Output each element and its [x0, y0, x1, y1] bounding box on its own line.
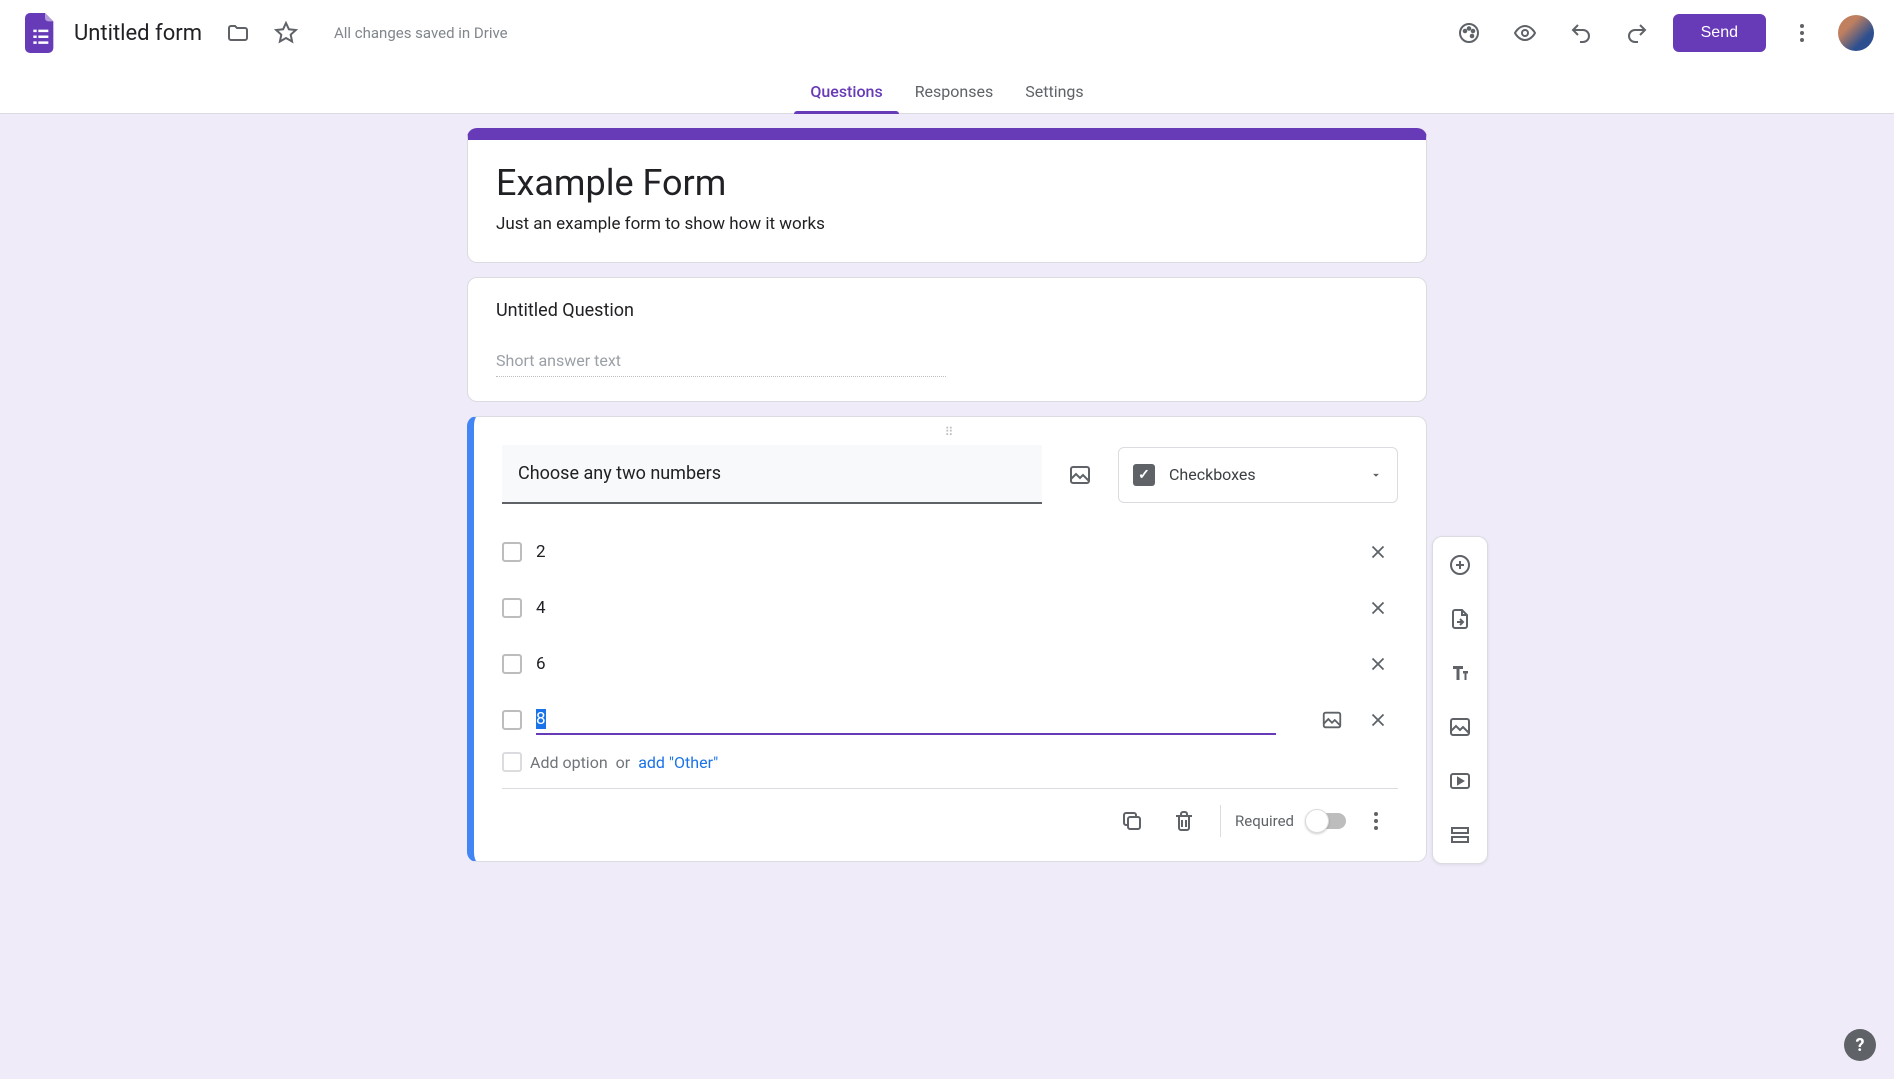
- option-row: 2: [502, 528, 1398, 576]
- question-1-title[interactable]: Untitled Question: [496, 300, 1398, 321]
- move-to-folder-button[interactable]: [218, 13, 258, 53]
- add-video-button[interactable]: [1440, 761, 1480, 801]
- forms-logo: [20, 13, 60, 53]
- option-label[interactable]: 6: [536, 654, 1344, 674]
- add-option-or: or: [616, 753, 631, 772]
- star-icon: [274, 21, 298, 45]
- add-image-button[interactable]: [1440, 707, 1480, 747]
- undo-icon: [1569, 21, 1593, 45]
- checkbox-placeholder-icon: [502, 598, 522, 618]
- question-title-input[interactable]: [502, 445, 1042, 504]
- trash-icon: [1172, 809, 1196, 833]
- delete-question-button[interactable]: [1162, 799, 1206, 843]
- close-icon: [1367, 541, 1389, 563]
- checkbox-placeholder-icon: [502, 654, 522, 674]
- add-question-button[interactable]: [1440, 545, 1480, 585]
- close-icon: [1367, 653, 1389, 675]
- help-button[interactable]: ?: [1844, 1029, 1876, 1061]
- caret-down-icon: [1369, 468, 1383, 482]
- question-type-label: Checkboxes: [1169, 465, 1355, 484]
- plus-circle-icon: [1448, 553, 1472, 577]
- form-description[interactable]: Just an example form to show how it work…: [496, 214, 1398, 234]
- image-icon: [1448, 715, 1472, 739]
- checkbox-placeholder-icon: [502, 542, 522, 562]
- form-header-card[interactable]: Example Form Just an example form to sho…: [467, 128, 1427, 263]
- redo-icon: [1625, 21, 1649, 45]
- tab-responses[interactable]: Responses: [899, 82, 1010, 113]
- question-card-2[interactable]: ⠿ Checkboxes 2: [467, 416, 1427, 862]
- tab-settings[interactable]: Settings: [1009, 82, 1099, 113]
- remove-option-button[interactable]: [1358, 644, 1398, 684]
- option-row-editing: [502, 696, 1398, 744]
- option-label[interactable]: 4: [536, 598, 1344, 618]
- tabs-row: Questions Responses Settings: [0, 66, 1894, 114]
- add-image-to-question-button[interactable]: [1060, 455, 1100, 495]
- form-title[interactable]: Example Form: [496, 162, 1398, 204]
- more-vert-icon: [1790, 21, 1814, 45]
- tab-questions[interactable]: Questions: [794, 82, 898, 113]
- option-row: 4: [502, 584, 1398, 632]
- short-answer-preview: Short answer text: [496, 351, 946, 377]
- option-image-button[interactable]: [1312, 700, 1352, 740]
- duplicate-question-button[interactable]: [1110, 799, 1154, 843]
- add-other-button[interactable]: add "Other": [638, 753, 718, 772]
- header-actions: Send: [1449, 13, 1874, 53]
- folder-icon: [226, 21, 250, 45]
- send-button[interactable]: Send: [1673, 14, 1766, 52]
- preview-button[interactable]: [1505, 13, 1545, 53]
- eye-icon: [1513, 21, 1537, 45]
- more-menu-button[interactable]: [1782, 13, 1822, 53]
- checkbox-icon: [1133, 464, 1155, 486]
- remove-option-button[interactable]: [1358, 532, 1398, 572]
- checkbox-placeholder-icon: [502, 752, 522, 772]
- question-more-button[interactable]: [1354, 799, 1398, 843]
- text-icon: [1448, 661, 1472, 685]
- copy-icon: [1120, 809, 1144, 833]
- add-section-button[interactable]: [1440, 815, 1480, 855]
- floating-toolbar: [1432, 536, 1488, 864]
- add-option-button[interactable]: Add option: [530, 753, 608, 772]
- option-row: 6: [502, 640, 1398, 688]
- form-canvas: Example Form Just an example form to sho…: [467, 128, 1427, 862]
- add-title-button[interactable]: [1440, 653, 1480, 693]
- add-option-row: Add option or add "Other": [502, 752, 1398, 772]
- undo-button[interactable]: [1561, 13, 1601, 53]
- account-avatar[interactable]: [1838, 15, 1874, 51]
- question-card-1[interactable]: Untitled Question Short answer text: [467, 277, 1427, 402]
- palette-icon: [1457, 21, 1481, 45]
- import-questions-button[interactable]: [1440, 599, 1480, 639]
- drag-handle-icon[interactable]: ⠿: [945, 425, 956, 439]
- image-icon: [1321, 709, 1343, 731]
- redo-button[interactable]: [1617, 13, 1657, 53]
- question-type-select[interactable]: Checkboxes: [1118, 447, 1398, 503]
- required-label: Required: [1235, 812, 1294, 830]
- section-icon: [1448, 823, 1472, 847]
- option-input[interactable]: [536, 705, 1276, 735]
- separator: [1220, 805, 1221, 837]
- required-toggle[interactable]: [1308, 813, 1346, 829]
- image-icon: [1068, 463, 1092, 487]
- file-import-icon: [1448, 607, 1472, 631]
- remove-option-button[interactable]: [1358, 588, 1398, 628]
- app-header: Untitled form All changes saved in Drive…: [0, 0, 1894, 66]
- doc-title[interactable]: Untitled form: [74, 21, 202, 46]
- star-button[interactable]: [266, 13, 306, 53]
- remove-option-button[interactable]: [1358, 700, 1398, 740]
- close-icon: [1367, 709, 1389, 731]
- customize-theme-button[interactable]: [1449, 13, 1489, 53]
- close-icon: [1367, 597, 1389, 619]
- checkbox-placeholder-icon: [502, 710, 522, 730]
- question-footer: Required: [502, 788, 1398, 861]
- video-icon: [1448, 769, 1472, 793]
- more-vert-icon: [1364, 809, 1388, 833]
- save-status: All changes saved in Drive: [334, 24, 508, 42]
- option-label[interactable]: 2: [536, 542, 1344, 562]
